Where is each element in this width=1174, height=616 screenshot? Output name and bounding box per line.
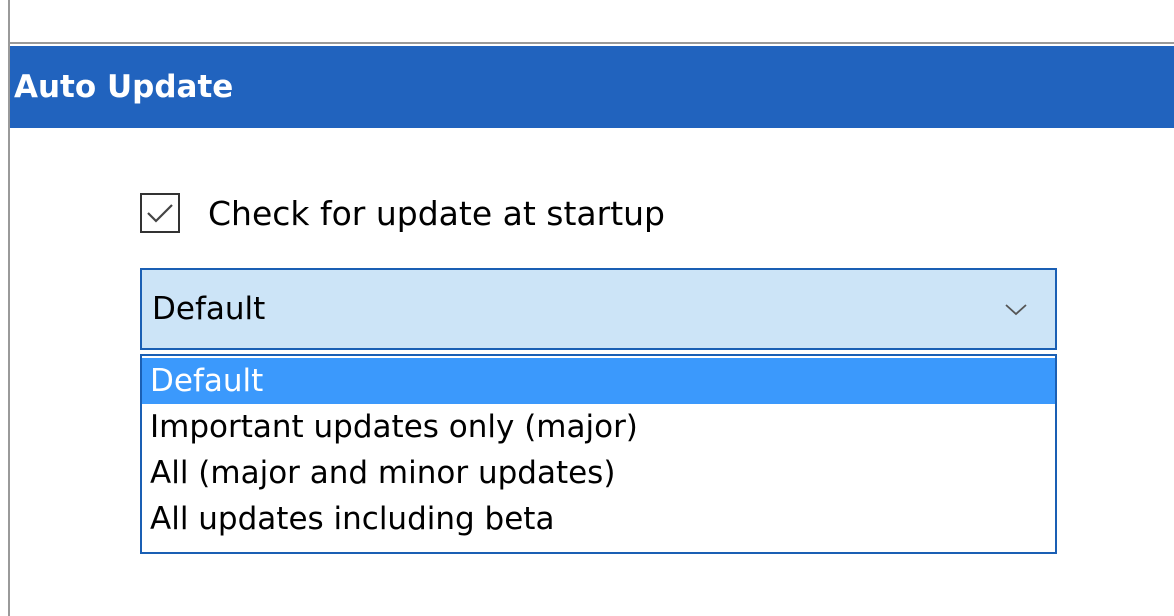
section-title: Auto Update: [14, 69, 234, 105]
chevron-down-icon[interactable]: [1001, 299, 1031, 319]
window-frame-top: [8, 0, 1174, 44]
update-mode-combobox[interactable]: Default: [140, 268, 1057, 350]
dropdown-option-default[interactable]: Default: [142, 358, 1055, 404]
check-update-checkbox[interactable]: [140, 193, 180, 233]
checkmark-icon: [147, 204, 173, 223]
check-update-row[interactable]: Check for update at startup: [140, 190, 665, 236]
dropdown-option-beta[interactable]: All updates including beta: [142, 496, 1055, 542]
check-update-label[interactable]: Check for update at startup: [208, 194, 665, 233]
section-header-auto-update: Auto Update: [10, 46, 1174, 128]
update-mode-selected-value: Default: [152, 291, 266, 327]
update-mode-dropdown-list: Default Important updates only (major) A…: [140, 354, 1057, 554]
dropdown-option-important[interactable]: Important updates only (major): [142, 404, 1055, 450]
dropdown-option-all[interactable]: All (major and minor updates): [142, 450, 1055, 496]
